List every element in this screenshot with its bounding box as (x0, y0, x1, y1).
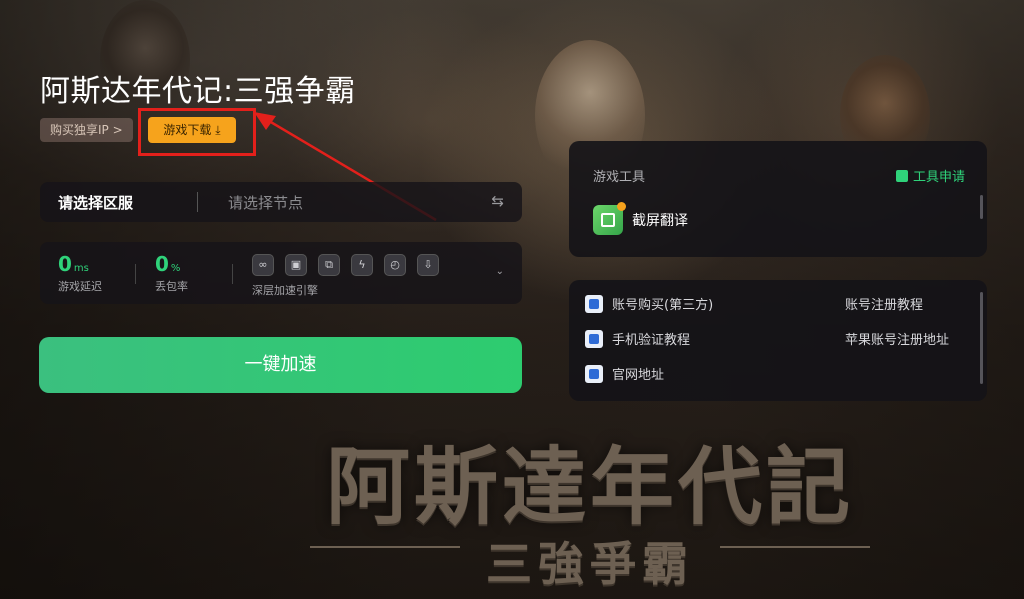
latency-label: 游戏延迟 (58, 280, 102, 293)
link-official-site[interactable]: 官网地址 (585, 364, 664, 383)
link-label: 账号注册教程 (845, 298, 924, 313)
buy-ip-label: 购买独享IP (50, 123, 109, 137)
engine-icons: ∞ ▣ ⧉ ϟ ◴ ⇩ (252, 253, 450, 276)
one-click-accelerate-button[interactable]: 一键加速 (39, 337, 522, 393)
multi-icon[interactable]: ⧉ (318, 254, 340, 276)
link-apple-account-register[interactable]: 苹果账号注册地址 (845, 329, 949, 348)
link-account-register-tutorial[interactable]: 账号注册教程 (845, 294, 923, 313)
server-select[interactable]: 请选择区服 (58, 192, 133, 213)
link-label: 苹果账号注册地址 (845, 333, 950, 348)
swap-icon[interactable]: ⇆ (491, 192, 504, 210)
tool-apply-link[interactable]: 工具申请 (895, 166, 965, 185)
game-links-panel: 账号购买(第三方) 账号注册教程 手机验证教程 苹果账号注册地址 官网地址 (569, 280, 987, 401)
packet-loss-unit: % (170, 263, 181, 274)
game-logo-subtitle: 三強爭霸 (486, 537, 694, 591)
image-icon[interactable]: ▣ (285, 254, 307, 276)
game-tools-panel: 游戏工具 工具申请 截屏翻译 (569, 141, 987, 257)
annotation-highlight-box (138, 108, 256, 156)
chevron-down-icon[interactable]: ⌄ (496, 266, 504, 277)
stats-divider (135, 264, 136, 284)
stats-panel: 0 ms 游戏延迟 0% 丢包率 ∞ ▣ ⧉ ϟ ◴ ⇩ 深层加速引擎 ⌄ (40, 242, 522, 304)
logo-divider-right (720, 546, 870, 548)
server-node-selector: 请选择区服 请选择节点 ⇆ (40, 182, 522, 222)
link-icon (585, 295, 603, 313)
latency-value: 0 (58, 252, 72, 276)
lightning-icon[interactable]: ϟ (351, 254, 373, 276)
cube-icon (895, 170, 908, 182)
game-logo-title: 阿斯達年代記 (325, 437, 854, 536)
links-scrollbar[interactable] (980, 292, 983, 384)
buy-exclusive-ip-button[interactable]: 购买独享IP > (40, 118, 133, 142)
link-account-purchase[interactable]: 账号购买(第三方) (585, 294, 713, 313)
screenshot-translate-label[interactable]: 截屏翻译 (632, 210, 688, 230)
link-icon (585, 365, 603, 383)
link-phone-verify-tutorial[interactable]: 手机验证教程 (585, 329, 690, 348)
selector-divider (197, 192, 198, 212)
latency-stat: 0 ms 游戏延迟 (58, 252, 102, 294)
screenshot-translate-icon[interactable] (593, 202, 626, 235)
link-label: 手机验证教程 (612, 333, 691, 348)
logo-divider-left (310, 546, 460, 548)
timer-icon[interactable]: ◴ (384, 254, 406, 276)
link-label: 官网地址 (612, 368, 665, 383)
link-icon (585, 330, 603, 348)
download-icon[interactable]: ⇩ (417, 254, 439, 276)
tools-title: 游戏工具 (593, 170, 646, 185)
link-icon[interactable]: ∞ (252, 254, 274, 276)
node-select[interactable]: 请选择节点 (228, 192, 303, 213)
chevron-right-icon: > (112, 123, 123, 137)
packet-loss-label: 丢包率 (155, 280, 188, 293)
tools-scrollbar[interactable] (980, 195, 983, 219)
packet-loss-stat: 0% 丢包率 (155, 252, 188, 294)
packet-loss-value: 0 (155, 252, 169, 276)
link-label: 账号购买(第三方) (612, 298, 714, 313)
stats-divider (232, 264, 233, 284)
game-title: 阿斯达年代记:三强争霸 (40, 74, 356, 109)
engine-label: 深层加速引擎 (252, 284, 318, 297)
latency-unit: ms (73, 263, 89, 274)
tool-apply-label: 工具申请 (912, 170, 965, 185)
